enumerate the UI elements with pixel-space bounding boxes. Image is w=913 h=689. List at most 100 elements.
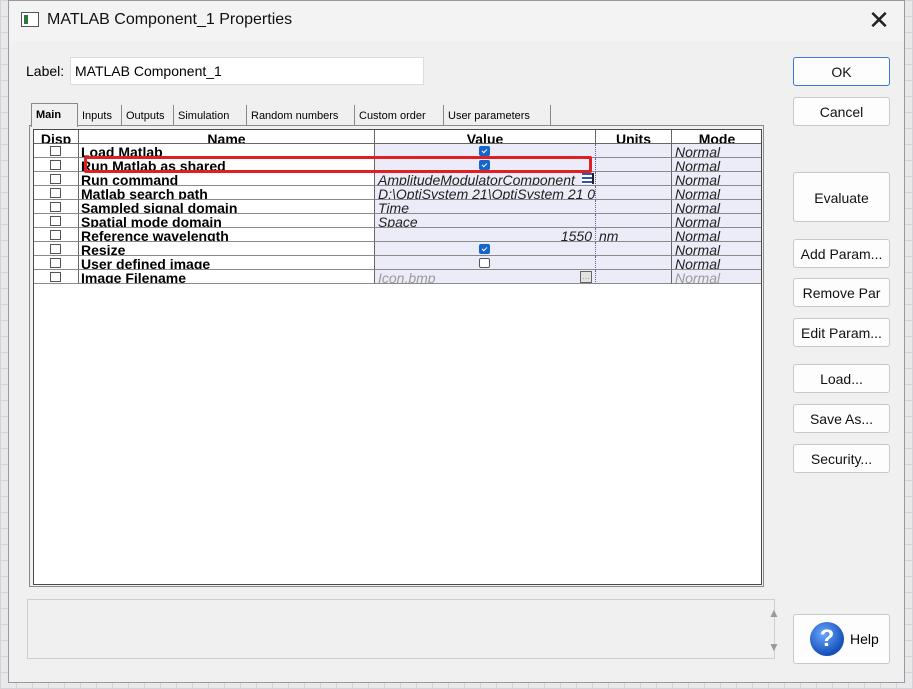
list-icon[interactable] [582, 173, 594, 184]
param-value[interactable] [375, 144, 596, 158]
value-text: Space [378, 214, 418, 228]
disp-cell [34, 200, 79, 214]
value-text: D:\OptiSystem 21\OptiSystem 21 0 [378, 186, 596, 200]
param-mode[interactable]: Normal [672, 144, 761, 158]
param-value[interactable]: 1550 [375, 228, 596, 242]
param-mode[interactable]: Normal [672, 158, 761, 172]
scroll-up-icon[interactable]: ▲ [768, 606, 780, 620]
table-row[interactable]: Run Matlab as shared Normal [34, 158, 761, 172]
disp-checkbox[interactable] [50, 272, 61, 282]
param-mode[interactable]: Normal [672, 270, 761, 284]
tab-outputs[interactable]: Outputs [122, 105, 174, 126]
scroll-down-icon[interactable]: ▼ [768, 640, 780, 654]
table-row[interactable]: Sampled signal domain Time Normal [34, 200, 761, 214]
browse-button[interactable]: ... [580, 271, 592, 283]
param-mode[interactable]: Normal [672, 172, 761, 186]
value-checkbox[interactable] [479, 244, 490, 254]
disp-checkbox[interactable] [50, 146, 61, 156]
help-label: Help [850, 631, 879, 647]
param-value[interactable]: AmplitudeModulatorComponent [375, 172, 596, 186]
ok-button[interactable]: OK [793, 57, 890, 86]
param-value[interactable]: Icon.bmp... [375, 270, 596, 284]
table-row[interactable]: Reference wavelength 1550 nm Normal [34, 228, 761, 242]
table-row[interactable]: Run command AmplitudeModulatorComponent No… [34, 172, 761, 186]
load-button[interactable]: Load... [793, 364, 890, 393]
header-mode[interactable]: Mode [672, 130, 761, 144]
param-value[interactable]: Time [375, 200, 596, 214]
value-checkbox[interactable] [479, 160, 490, 170]
description-box: ▲ ▼ [27, 599, 780, 659]
param-value[interactable] [375, 256, 596, 270]
param-units [596, 144, 672, 158]
edit-param-button[interactable]: Edit Param... [793, 318, 890, 347]
param-units [596, 270, 672, 284]
tab-inputs[interactable]: Inputs [78, 105, 122, 126]
param-name: Image Filename [79, 270, 375, 284]
param-mode[interactable]: Normal [672, 186, 761, 200]
app-icon [21, 12, 39, 27]
security-button[interactable]: Security... [793, 444, 890, 473]
param-mode[interactable]: Normal [672, 200, 761, 214]
table-row[interactable]: Matlab search path D:\OptiSystem 21\OptiS… [34, 186, 761, 200]
disp-checkbox[interactable] [50, 258, 61, 268]
header-disp[interactable]: Disp [34, 130, 79, 144]
disp-checkbox[interactable] [50, 244, 61, 254]
tab-simulation[interactable]: Simulation [174, 105, 247, 126]
save-as-button[interactable]: Save As... [793, 404, 890, 433]
param-name: Spatial mode domain [79, 214, 375, 228]
value-checkbox[interactable] [479, 258, 490, 268]
window-title: MATLAB Component_1 Properties [47, 11, 293, 28]
table-row[interactable]: Resize Normal [34, 242, 761, 256]
disp-checkbox[interactable] [50, 160, 61, 170]
table-row[interactable]: Load Matlab Normal [34, 144, 761, 158]
value-checkbox[interactable] [479, 146, 490, 156]
disp-checkbox[interactable] [50, 188, 61, 198]
param-units [596, 256, 672, 270]
table-row[interactable]: Image Filename Icon.bmp... Normal [34, 270, 761, 284]
help-button[interactable]: ? Help [793, 614, 890, 664]
param-units [596, 200, 672, 214]
param-name: Run Matlab as shared [79, 158, 375, 172]
disp-cell [34, 214, 79, 228]
param-value[interactable]: Space [375, 214, 596, 228]
properties-dialog: MATLAB Component_1 Properties ✕ Label: M… [8, 0, 905, 683]
tab-random-numbers[interactable]: Random numbers [247, 105, 355, 126]
tab-custom-order[interactable]: Custom order [355, 105, 444, 126]
param-name: Matlab search path [79, 186, 375, 200]
param-mode[interactable]: Normal [672, 228, 761, 242]
disp-checkbox[interactable] [50, 174, 61, 184]
param-mode[interactable]: Normal [672, 256, 761, 270]
disp-checkbox[interactable] [50, 230, 61, 240]
disp-checkbox[interactable] [50, 202, 61, 212]
cancel-button[interactable]: Cancel [793, 97, 890, 126]
param-value[interactable] [375, 158, 596, 172]
param-name: Sampled signal domain [79, 200, 375, 214]
param-mode[interactable]: Normal [672, 242, 761, 256]
param-mode[interactable]: Normal [672, 214, 761, 228]
param-name: User defined image [79, 256, 375, 270]
table-row[interactable]: User defined image Normal [34, 256, 761, 270]
param-name: Load Matlab [79, 144, 375, 158]
label-input[interactable] [70, 57, 424, 85]
tab-main[interactable]: Main [31, 103, 78, 127]
param-units [596, 158, 672, 172]
param-units [596, 186, 672, 200]
param-value[interactable] [375, 242, 596, 256]
label-caption: Label: [26, 63, 65, 79]
help-icon: ? [810, 622, 844, 656]
disp-cell [34, 186, 79, 200]
tab-user-parameters[interactable]: User parameters [444, 105, 551, 126]
value-text: 1550 [560, 228, 592, 242]
param-value[interactable]: D:\OptiSystem 21\OptiSystem 21 0 [375, 186, 596, 200]
header-units[interactable]: Units [596, 130, 672, 144]
evaluate-script-button[interactable]: Evaluate Script [793, 172, 890, 254]
header-value[interactable]: Value [375, 130, 596, 144]
param-name: Reference wavelength [79, 228, 375, 242]
add-param-button[interactable]: Add Param... [793, 239, 890, 268]
disp-checkbox[interactable] [50, 216, 61, 226]
remove-par-button[interactable]: Remove Par [793, 278, 890, 307]
close-icon[interactable]: ✕ [864, 7, 894, 35]
header-name[interactable]: Name [79, 130, 375, 144]
table-row[interactable]: Spatial mode domain Space Normal [34, 214, 761, 228]
param-name: Resize [79, 242, 375, 256]
